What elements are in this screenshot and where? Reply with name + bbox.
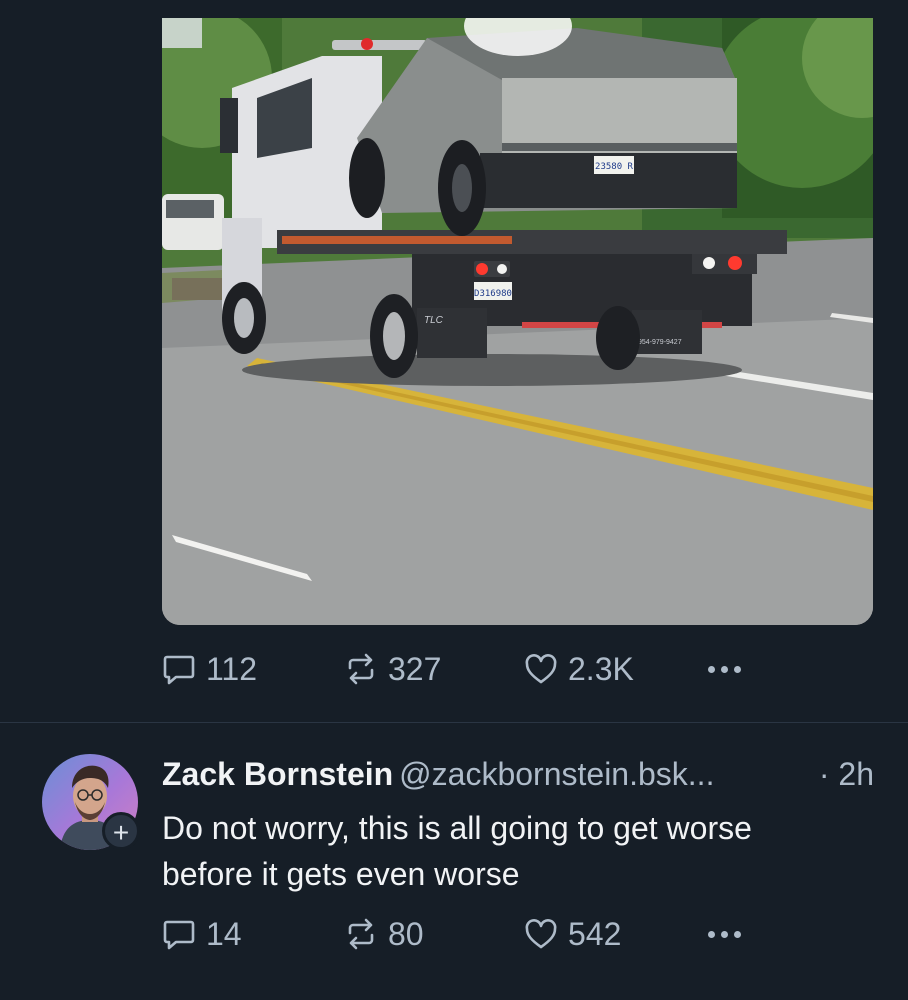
reply-avatar-container: + bbox=[42, 754, 140, 850]
user-handle[interactable]: @zackbornstein.bsk... bbox=[399, 756, 714, 792]
reply-count: 112 bbox=[206, 650, 258, 687]
reply-text-line: before it gets even worse bbox=[162, 856, 520, 892]
reply-button[interactable]: 14 bbox=[162, 912, 242, 956]
like-count: 542 bbox=[568, 915, 622, 952]
reply-text-line: Do not worry, this is all going to get w… bbox=[162, 810, 752, 846]
display-name[interactable]: Zack Bornstein bbox=[162, 756, 393, 792]
repost-button[interactable]: 80 bbox=[344, 912, 424, 956]
post-image[interactable]: D316980 TLC 954-979-9427 23580 R bbox=[162, 18, 873, 625]
repost-count: 80 bbox=[388, 915, 424, 952]
reply-count: 14 bbox=[206, 915, 242, 952]
heart-outline-icon bbox=[525, 919, 557, 949]
reply-header: Zack Bornstein @zackbornstein.bsk... · 2h bbox=[162, 752, 874, 796]
more-options-button[interactable] bbox=[708, 912, 741, 956]
truck-logo: TLC bbox=[424, 315, 444, 326]
follow-button[interactable]: + bbox=[102, 812, 140, 850]
repost-count: 327 bbox=[388, 650, 442, 687]
truck-phone: 954-979-9427 bbox=[638, 339, 682, 346]
post-action-bar: 112 327 2.3K bbox=[162, 647, 762, 691]
ellipsis-icon bbox=[708, 665, 715, 673]
car-plate: 23580 R bbox=[595, 162, 634, 172]
repost-button[interactable]: 327 bbox=[344, 647, 441, 691]
more-options-button[interactable] bbox=[708, 647, 741, 691]
ellipsis-icon bbox=[708, 930, 715, 938]
reply-text: Do not worry, this is all going to get w… bbox=[162, 805, 874, 897]
like-count: 2.3K bbox=[568, 650, 634, 687]
reply-action-bar: 14 80 542 bbox=[162, 912, 762, 956]
reply-button[interactable]: 112 bbox=[162, 647, 257, 691]
repost-arrows-icon bbox=[348, 653, 374, 685]
post-divider bbox=[0, 722, 908, 723]
speech-bubble-icon bbox=[163, 920, 195, 950]
like-button[interactable]: 2.3K bbox=[524, 647, 634, 691]
tow-truck-photo: D316980 TLC 954-979-9427 23580 R bbox=[162, 18, 873, 625]
speech-bubble-icon bbox=[163, 655, 195, 685]
truck-plate: D316980 bbox=[474, 289, 512, 299]
timestamp[interactable]: · 2h bbox=[819, 752, 874, 796]
repost-arrows-icon bbox=[348, 918, 374, 950]
heart-outline-icon bbox=[525, 654, 557, 684]
like-button[interactable]: 542 bbox=[524, 912, 621, 956]
